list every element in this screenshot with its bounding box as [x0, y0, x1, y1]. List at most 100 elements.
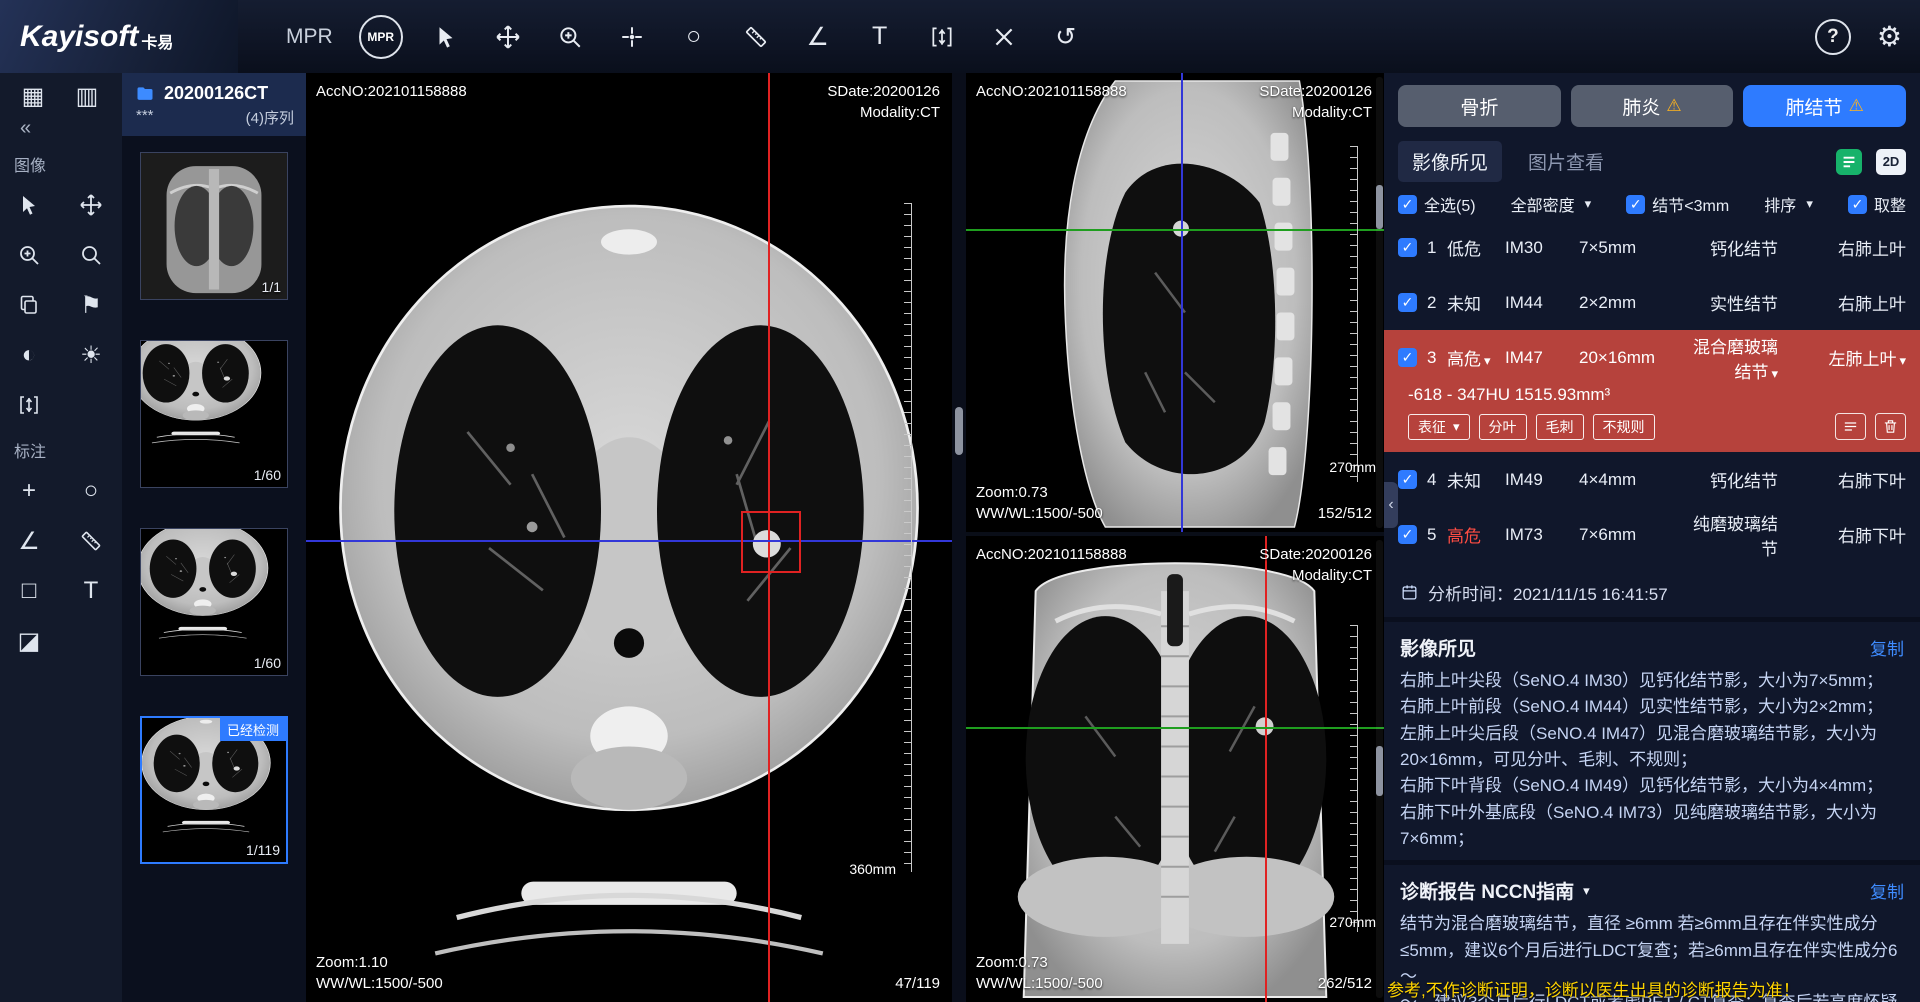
zoom-in-tool-button[interactable]: [546, 13, 594, 61]
feature-chip-lobulation[interactable]: 分叶: [1479, 414, 1527, 440]
ruler-tool-button[interactable]: [732, 13, 780, 61]
window-level-tool-button[interactable]: [918, 13, 966, 61]
nodule-row-5[interactable]: ✓ 5 高危 IM73 7×6mm 纯磨玻璃结节 右肺下叶: [1384, 507, 1920, 562]
checkbox-icon[interactable]: ✓: [1398, 348, 1417, 367]
zoom-in-tool-button[interactable]: [6, 234, 52, 276]
invert-tool-button[interactable]: ◐: [6, 334, 52, 376]
cursor-tool-button[interactable]: [422, 13, 470, 61]
pan-tool-button[interactable]: [68, 184, 114, 226]
lt3mm-checkbox[interactable]: ✓结节<3mm: [1626, 192, 1729, 216]
close-tool-button[interactable]: [980, 13, 1028, 61]
density-dropdown[interactable]: 全部密度▾: [1511, 192, 1592, 216]
nodule-roi-box[interactable]: [741, 511, 801, 572]
angle-tool-button[interactable]: ∠: [794, 13, 842, 61]
viewport-axial[interactable]: 360mm AccNO:202101158888 SDate:20200126 …: [306, 73, 952, 1002]
layout-grid-button[interactable]: ▦: [20, 83, 46, 109]
text-annotation-button[interactable]: T: [68, 570, 114, 612]
ellipse-tool-button[interactable]: ○: [670, 13, 718, 61]
findings-title: 影像所见: [1400, 634, 1476, 661]
nodule-type-dropdown[interactable]: 混合磨玻璃结节▾: [1683, 333, 1806, 383]
delete-button[interactable]: [1875, 413, 1906, 440]
mpr-toggle-button[interactable]: MPR: [359, 15, 403, 59]
reset-rotate-tool-button[interactable]: ↺: [1042, 13, 1090, 61]
thumbnail-xray[interactable]: 1/1: [140, 152, 288, 300]
crosshair-tool-button[interactable]: [608, 13, 656, 61]
slice-scrollbar[interactable]: [1376, 77, 1383, 528]
feature-chip-spiculation[interactable]: 毛刺: [1536, 414, 1584, 440]
nodule-location-dropdown[interactable]: 左肺上叶▾: [1806, 345, 1906, 370]
crosshair-vertical-red[interactable]: [1265, 536, 1267, 1002]
divider-drag-handle[interactable]: [955, 407, 963, 455]
detected-badge: 已经检测: [220, 718, 286, 741]
text-tool-button[interactable]: T: [856, 13, 904, 61]
cursor-tool-button[interactable]: [6, 184, 52, 226]
search-tool-button[interactable]: [68, 234, 114, 276]
thumbnail-ct-3-active[interactable]: 已经检测 1/119: [140, 716, 288, 864]
tab-fracture[interactable]: 骨折: [1398, 85, 1561, 127]
nodule-row-1[interactable]: ✓ 1 低危 IM30 7×5mm 钙化结节 右肺上叶: [1384, 220, 1920, 275]
pan-tool-button[interactable]: [484, 13, 532, 61]
report-title[interactable]: 诊断报告 NCCN指南▾: [1400, 877, 1590, 904]
viewport-coronal[interactable]: 270mm AccNO:202101158888 SDate:20200126 …: [966, 536, 1384, 1002]
checkbox-icon[interactable]: ✓: [1398, 470, 1417, 489]
series-panel: 20200126CT *** (4)序列 1/1 1/60 1: [122, 73, 306, 1002]
nodule-number: 5: [1427, 525, 1447, 545]
collapse-sidebar-button[interactable]: «: [0, 117, 122, 140]
nodule-type: 纯磨玻璃结节: [1683, 510, 1806, 560]
crosshair-horizontal-green[interactable]: [966, 229, 1384, 231]
nodule-image-index: IM47: [1505, 348, 1579, 368]
select-all-checkbox[interactable]: ✓全选(5): [1398, 192, 1476, 216]
copy-tool-button[interactable]: [6, 284, 52, 326]
tab-lung-nodule[interactable]: 肺结节⚠: [1743, 85, 1906, 127]
rectangle-annotation-button[interactable]: □: [6, 570, 52, 612]
feature-chip-irregular[interactable]: 不规则: [1593, 414, 1655, 440]
copy-report-button[interactable]: 复制: [1870, 878, 1904, 903]
crosshair-horizontal-green[interactable]: [966, 727, 1384, 729]
angle-annotation-button[interactable]: ∠: [6, 520, 52, 562]
crosshair-vertical-blue[interactable]: [1181, 73, 1183, 532]
round-checkbox[interactable]: ✓取整: [1848, 192, 1906, 216]
checkbox-icon[interactable]: ✓: [1848, 195, 1867, 214]
tab-image-view[interactable]: 图片查看: [1528, 148, 1604, 175]
ruler-annotation-button[interactable]: [68, 520, 114, 562]
settings-button[interactable]: ⚙: [1877, 20, 1902, 53]
checkbox-icon[interactable]: ✓: [1398, 195, 1417, 214]
checkbox-icon[interactable]: ✓: [1398, 238, 1417, 257]
crosshair-horizontal-blue[interactable]: [306, 540, 952, 542]
thumbnail-ct-2[interactable]: 1/60: [140, 528, 288, 676]
tab-findings[interactable]: 影像所见: [1398, 141, 1502, 182]
eraser-annotation-button[interactable]: ◪: [6, 620, 52, 662]
feature-dropdown[interactable]: 表征▾: [1408, 414, 1470, 440]
ellipse-annotation-button[interactable]: ○: [68, 470, 114, 512]
report-icon[interactable]: [1834, 149, 1864, 175]
checkbox-icon[interactable]: ✓: [1398, 525, 1417, 544]
window-level-tool-button[interactable]: [6, 384, 52, 426]
panel-view-tabs: 影像所见 图片查看 2D: [1384, 135, 1920, 188]
nodule-row-4[interactable]: ✓ 4 未知 IM49 4×4mm 钙化结节 右肺下叶: [1384, 452, 1920, 507]
scrollbar-thumb[interactable]: [1376, 746, 1383, 796]
scrollbar-thumb[interactable]: [1376, 185, 1383, 229]
checkbox-icon[interactable]: ✓: [1626, 195, 1645, 214]
layout-columns-button[interactable]: ▥: [74, 83, 100, 109]
brightness-tool-button[interactable]: ☀: [68, 334, 114, 376]
flag-icon: ⚑: [80, 291, 102, 320]
slice-scrollbar[interactable]: [1376, 540, 1383, 998]
series-header[interactable]: 20200126CT *** (4)序列: [122, 73, 306, 136]
nodule-risk-dropdown[interactable]: 高危▾: [1447, 345, 1505, 370]
checkbox-icon[interactable]: ✓: [1398, 293, 1417, 312]
viewport-sagittal[interactable]: 270mm AccNO:202101158888 SDate:20200126 …: [966, 73, 1384, 532]
locate-button[interactable]: [1835, 413, 1866, 440]
crosshair-annotation-button[interactable]: +: [6, 470, 52, 512]
copy-findings-button[interactable]: 复制: [1870, 635, 1904, 660]
sort-dropdown[interactable]: 排序▾: [1764, 192, 1813, 216]
help-button[interactable]: ?: [1815, 19, 1851, 55]
thumbnail-ct-1[interactable]: 1/60: [140, 340, 288, 488]
gear-icon: ⚙: [1877, 21, 1902, 52]
nodule-row-3-expanded[interactable]: ✓ 3 高危▾ IM47 20×16mm 混合磨玻璃结节▾ 左肺上叶▾ -618…: [1384, 330, 1920, 452]
report-section: 诊断报告 NCCN指南▾ 复制 结节为混合磨玻璃结节，直径 ≥6mm 若≥6mm…: [1384, 860, 1920, 1002]
flag-tool-button[interactable]: ⚑: [68, 284, 114, 326]
panel-collapse-handle[interactable]: ‹: [1384, 482, 1398, 528]
nodule-row-2[interactable]: ✓ 2 未知 IM44 2×2mm 实性结节 右肺上叶: [1384, 275, 1920, 330]
tab-pneumonia[interactable]: 肺炎⚠: [1571, 85, 1734, 127]
2d-toggle-button[interactable]: 2D: [1876, 149, 1906, 175]
